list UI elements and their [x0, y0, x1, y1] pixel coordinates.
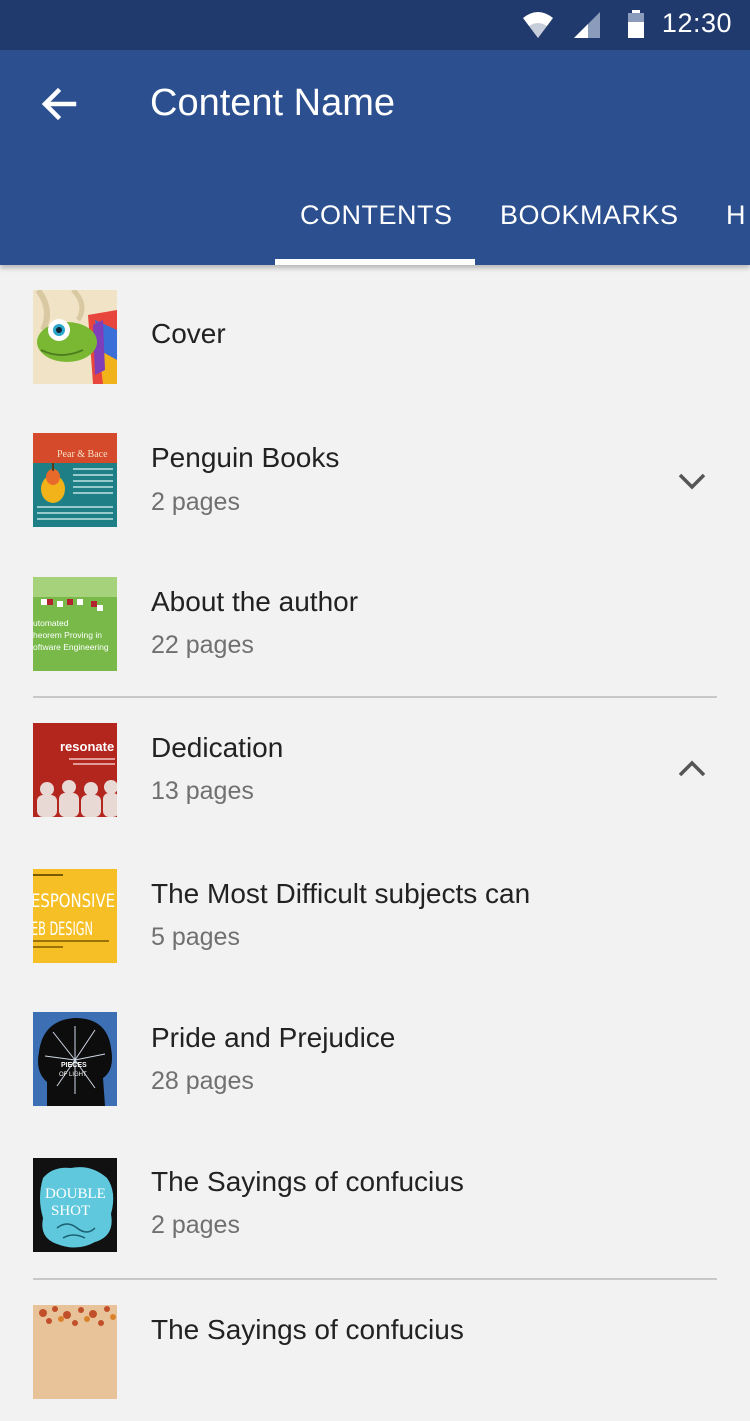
resonate-cover: resonate	[33, 723, 117, 817]
cover-text: EB DESIGN	[33, 918, 93, 940]
chevron-down-icon[interactable]	[677, 471, 707, 491]
list-item[interactable]: Cover	[0, 265, 750, 405]
cover-text: DOUBLE	[45, 1186, 106, 1202]
item-title: The Sayings of confucius	[151, 1166, 464, 1197]
item-title: The Most Difficult subjects can	[151, 878, 531, 909]
tab-bookmarks[interactable]: BOOKMARKS	[500, 200, 679, 231]
divider	[33, 696, 717, 698]
pieces-of-light-cover: PIECES OF LIGHT	[33, 1012, 117, 1106]
chevron-up-icon[interactable]	[677, 759, 707, 779]
cover-text: heorem Proving in	[33, 630, 102, 640]
tab-contents[interactable]: CONTENTS	[300, 200, 453, 231]
list-item[interactable]: DOUBLE SHOT The Sayings of confucius 2 p…	[0, 1133, 750, 1273]
arrow-left-icon[interactable]	[38, 84, 78, 124]
autumn-tree-cover	[33, 1305, 117, 1399]
list-item[interactable]: utomated heorem Proving in oftware Engin…	[0, 553, 750, 693]
item-title: Dedication	[151, 732, 284, 763]
app-bar: Content Name CONTENTS BOOKMARKS H	[0, 50, 750, 265]
cover-text: Pear & Bace	[57, 449, 108, 460]
tab-h[interactable]: H	[726, 200, 746, 231]
item-page-count: 2 pages	[151, 488, 240, 516]
list-item[interactable]: PIECES OF LIGHT Pride and Prejudice 28 p…	[0, 989, 750, 1129]
double-shot-cover: DOUBLE SHOT	[33, 1158, 117, 1252]
responsive-web-design-cover: ESPONSIVE EB DESIGN	[33, 869, 117, 963]
item-title: The Sayings of confucius	[151, 1314, 464, 1345]
cover-text: SHOT	[51, 1203, 90, 1219]
item-page-count: 2 pages	[151, 1211, 240, 1239]
item-title: Penguin Books	[151, 442, 340, 473]
cover-text: ESPONSIVE	[33, 890, 115, 912]
item-page-count: 5 pages	[151, 923, 240, 951]
list-item[interactable]: resonate Dedication 13 pages	[0, 699, 750, 839]
item-title: About the author	[151, 586, 359, 617]
chameleon-cover	[33, 290, 117, 384]
green-book-cover: utomated heorem Proving in oftware Engin…	[33, 577, 117, 671]
item-title: Pride and Prejudice	[151, 1022, 396, 1053]
page-title: Content Name	[150, 82, 396, 124]
cover-text: OF LIGHT	[59, 1072, 87, 1078]
status-bar: 12:30	[0, 0, 750, 50]
list-item[interactable]: Pear & Bace Penguin Books 2 pages	[0, 409, 750, 549]
item-page-count: 13 pages	[151, 777, 254, 805]
item-page-count: 22 pages	[151, 631, 254, 659]
status-time: 12:30	[661, 8, 732, 38]
cover-text: oftware Engineering	[33, 642, 109, 652]
cover-text: PIECES	[61, 1062, 87, 1069]
cover-text: resonate	[60, 739, 114, 754]
battery-icon	[628, 10, 644, 38]
item-page-count: 28 pages	[151, 1067, 254, 1095]
pear-book-cover: Pear & Bace	[33, 433, 117, 527]
cover-text: utomated	[33, 618, 69, 628]
signal-icon	[574, 12, 600, 38]
list-item[interactable]: ESPONSIVE EB DESIGN The Most Difficult s…	[0, 845, 750, 985]
wifi-icon	[523, 12, 553, 38]
list-item[interactable]: The Sayings of confucius	[0, 1281, 750, 1421]
item-title: Cover	[151, 318, 226, 349]
divider	[33, 1278, 717, 1280]
